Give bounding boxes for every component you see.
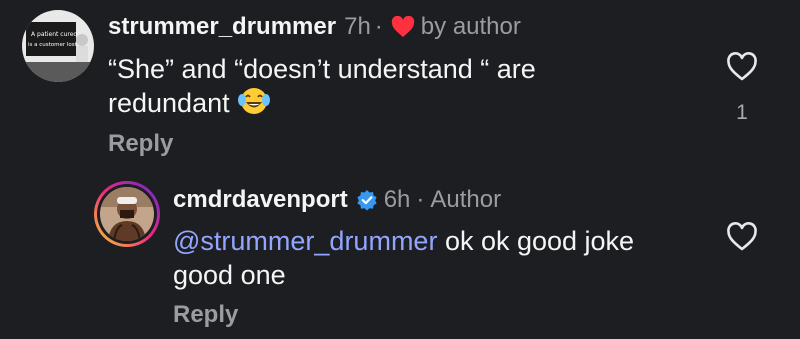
like-button[interactable] (726, 52, 758, 82)
comment-body: @strummer_drummer ok ok good joke good o… (173, 224, 693, 292)
avatar[interactable] (94, 181, 160, 247)
separator: · (374, 13, 383, 40)
like-count: 1 (736, 101, 748, 124)
username[interactable]: strummer_drummer (108, 13, 336, 41)
timestamp: 7h (344, 13, 371, 40)
liked-by-author-label: by author (420, 13, 521, 40)
heart-filled-icon (391, 16, 415, 38)
avatar-caption-line1: A patient cured (31, 31, 77, 38)
mention-link[interactable]: @strummer_drummer (173, 226, 437, 256)
reply-button[interactable]: Reply (173, 301, 238, 329)
timestamp: 6h (383, 186, 411, 213)
heart-outline-icon (727, 222, 757, 251)
comment-strummer-drummer: A patient cured is a customer lost strum… (0, 0, 800, 170)
verified-badge-icon (356, 189, 378, 211)
heart-outline-icon (727, 52, 757, 81)
avatar-caption-line2: is a customer lost (28, 42, 78, 48)
comment-body: “She” and “doesn’t understand “ are redu… (108, 52, 648, 124)
comment-meta: cmdrdavenport 6h · Author (173, 186, 501, 214)
avatar-image: A patient cured is a customer lost (22, 10, 94, 82)
comment-cmdrdavenport: cmdrdavenport 6h · Author @strummer_drum… (0, 170, 800, 339)
avatar[interactable]: A patient cured is a customer lost (22, 10, 94, 82)
author-label: Author (430, 186, 502, 213)
laughing-crying-emoji (237, 86, 271, 124)
comment-meta: strummer_drummer 7h · by author (108, 13, 521, 41)
separator: · (416, 186, 425, 213)
avatar-image (100, 187, 154, 241)
reply-button[interactable]: Reply (108, 130, 173, 158)
username[interactable]: cmdrdavenport (173, 186, 348, 214)
like-button[interactable] (726, 222, 758, 252)
comment-text: “She” and “doesn’t understand “ are redu… (108, 54, 536, 118)
